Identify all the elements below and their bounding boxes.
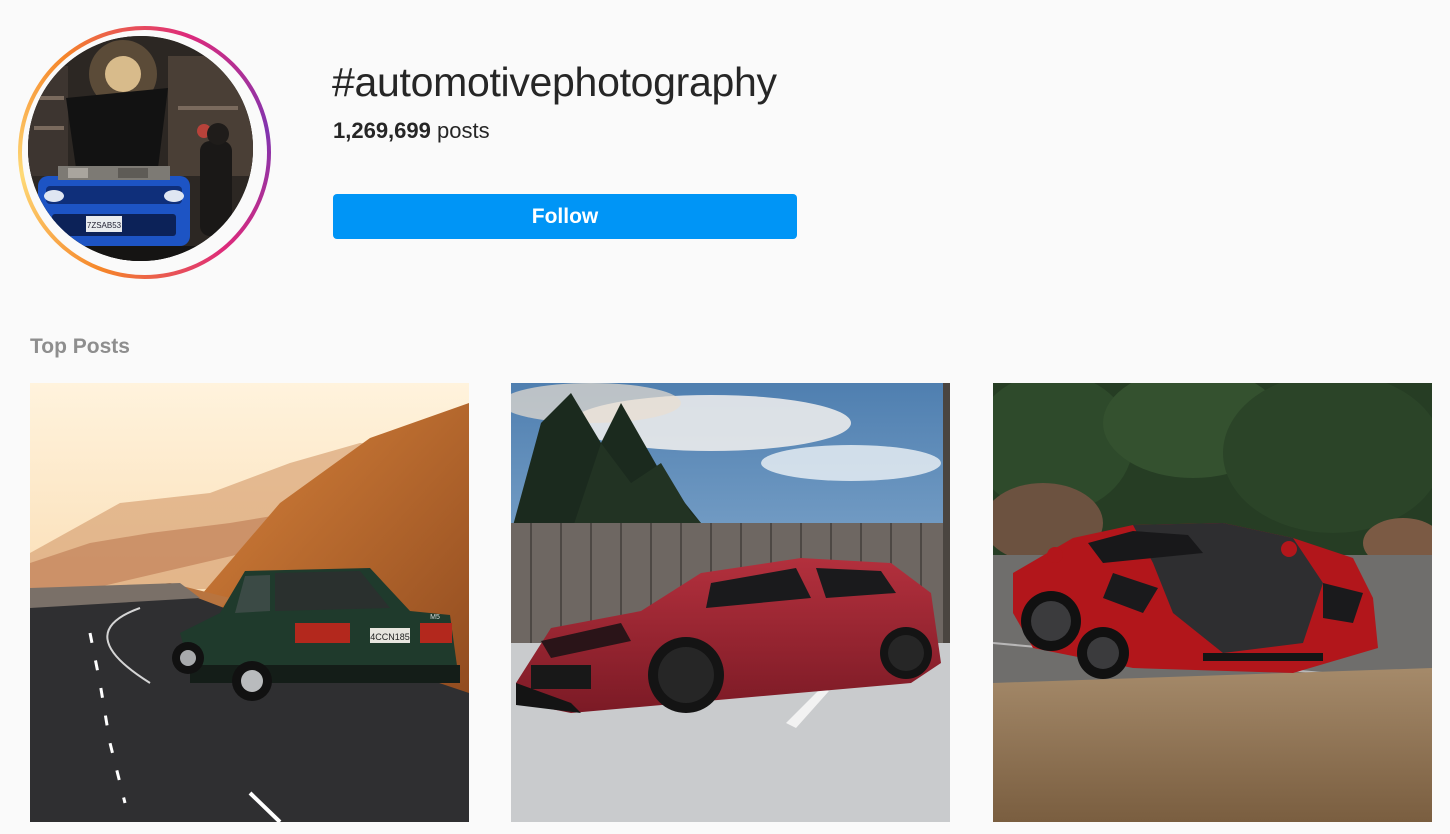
top-post-2[interactable] [511, 383, 950, 822]
garage-car-image: 7ZSAB53 [28, 36, 253, 261]
post-1-image: 4CCN185 M5 [30, 383, 469, 822]
hashtag-page: 7ZSAB53 #automotivephotography 1,269,699… [0, 0, 1450, 834]
post-3-image [993, 383, 1432, 822]
post-2-image [511, 383, 950, 822]
svg-text:7ZSAB53: 7ZSAB53 [87, 221, 122, 230]
hashtag-title: #automotivephotography [332, 59, 777, 105]
hashtag-avatar: 7ZSAB53 [28, 36, 253, 261]
post-count-number: 1,269,699 [333, 118, 431, 143]
post-count-suffix: posts [430, 118, 490, 143]
svg-text:M5: M5 [430, 614, 440, 621]
top-post-1[interactable]: 4CCN185 M5 [30, 383, 469, 822]
follow-button[interactable]: Follow [333, 194, 797, 239]
svg-text:4CCN185: 4CCN185 [370, 632, 410, 642]
top-posts-heading: Top Posts [30, 335, 130, 358]
post-count: 1,269,699 posts [333, 117, 490, 145]
hashtag-avatar-ring[interactable]: 7ZSAB53 [18, 26, 271, 279]
top-post-3[interactable] [993, 383, 1432, 822]
